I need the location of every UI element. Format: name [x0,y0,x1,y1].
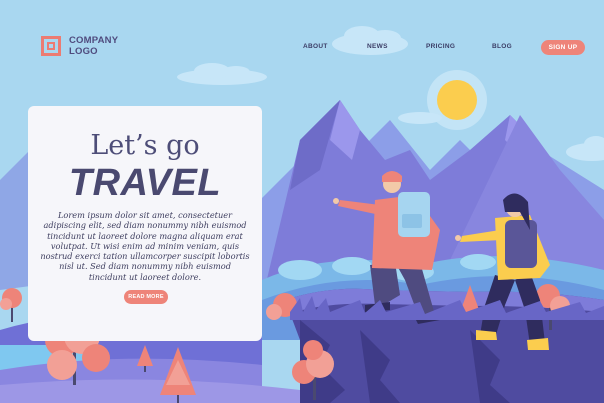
logo-line-1: COMPANY [69,35,119,46]
sign-up-button[interactable]: SIGN UP [541,40,585,55]
hero-card: Let’s go TRAVEL Lorem ipsum dolor sit am… [28,106,262,341]
nav-link-pricing[interactable]: PRICING [426,43,455,50]
nav-link-blog[interactable]: BLOG [492,43,512,50]
logo-text: COMPANY LOGO [69,35,118,57]
cloud-icon [398,112,442,124]
hero-eyebrow: Let’s go [90,130,200,161]
nav-link-about[interactable]: ABOUT [303,43,328,50]
read-more-button[interactable]: READ MORE [124,290,168,304]
top-navigation: COMPANY LOGO ABOUT NEWS PRICING BLOG SIG… [0,0,604,90]
logo-mark-icon [41,36,61,56]
company-logo[interactable]: COMPANY LOGO [41,35,118,57]
hero-body-text: Lorem ipsum dolor sit amet, consectetuer… [40,210,250,282]
nav-link-news[interactable]: NEWS [367,43,388,50]
logo-line-2: LOGO [69,46,98,57]
hero-title: TRAVEL [68,162,222,204]
